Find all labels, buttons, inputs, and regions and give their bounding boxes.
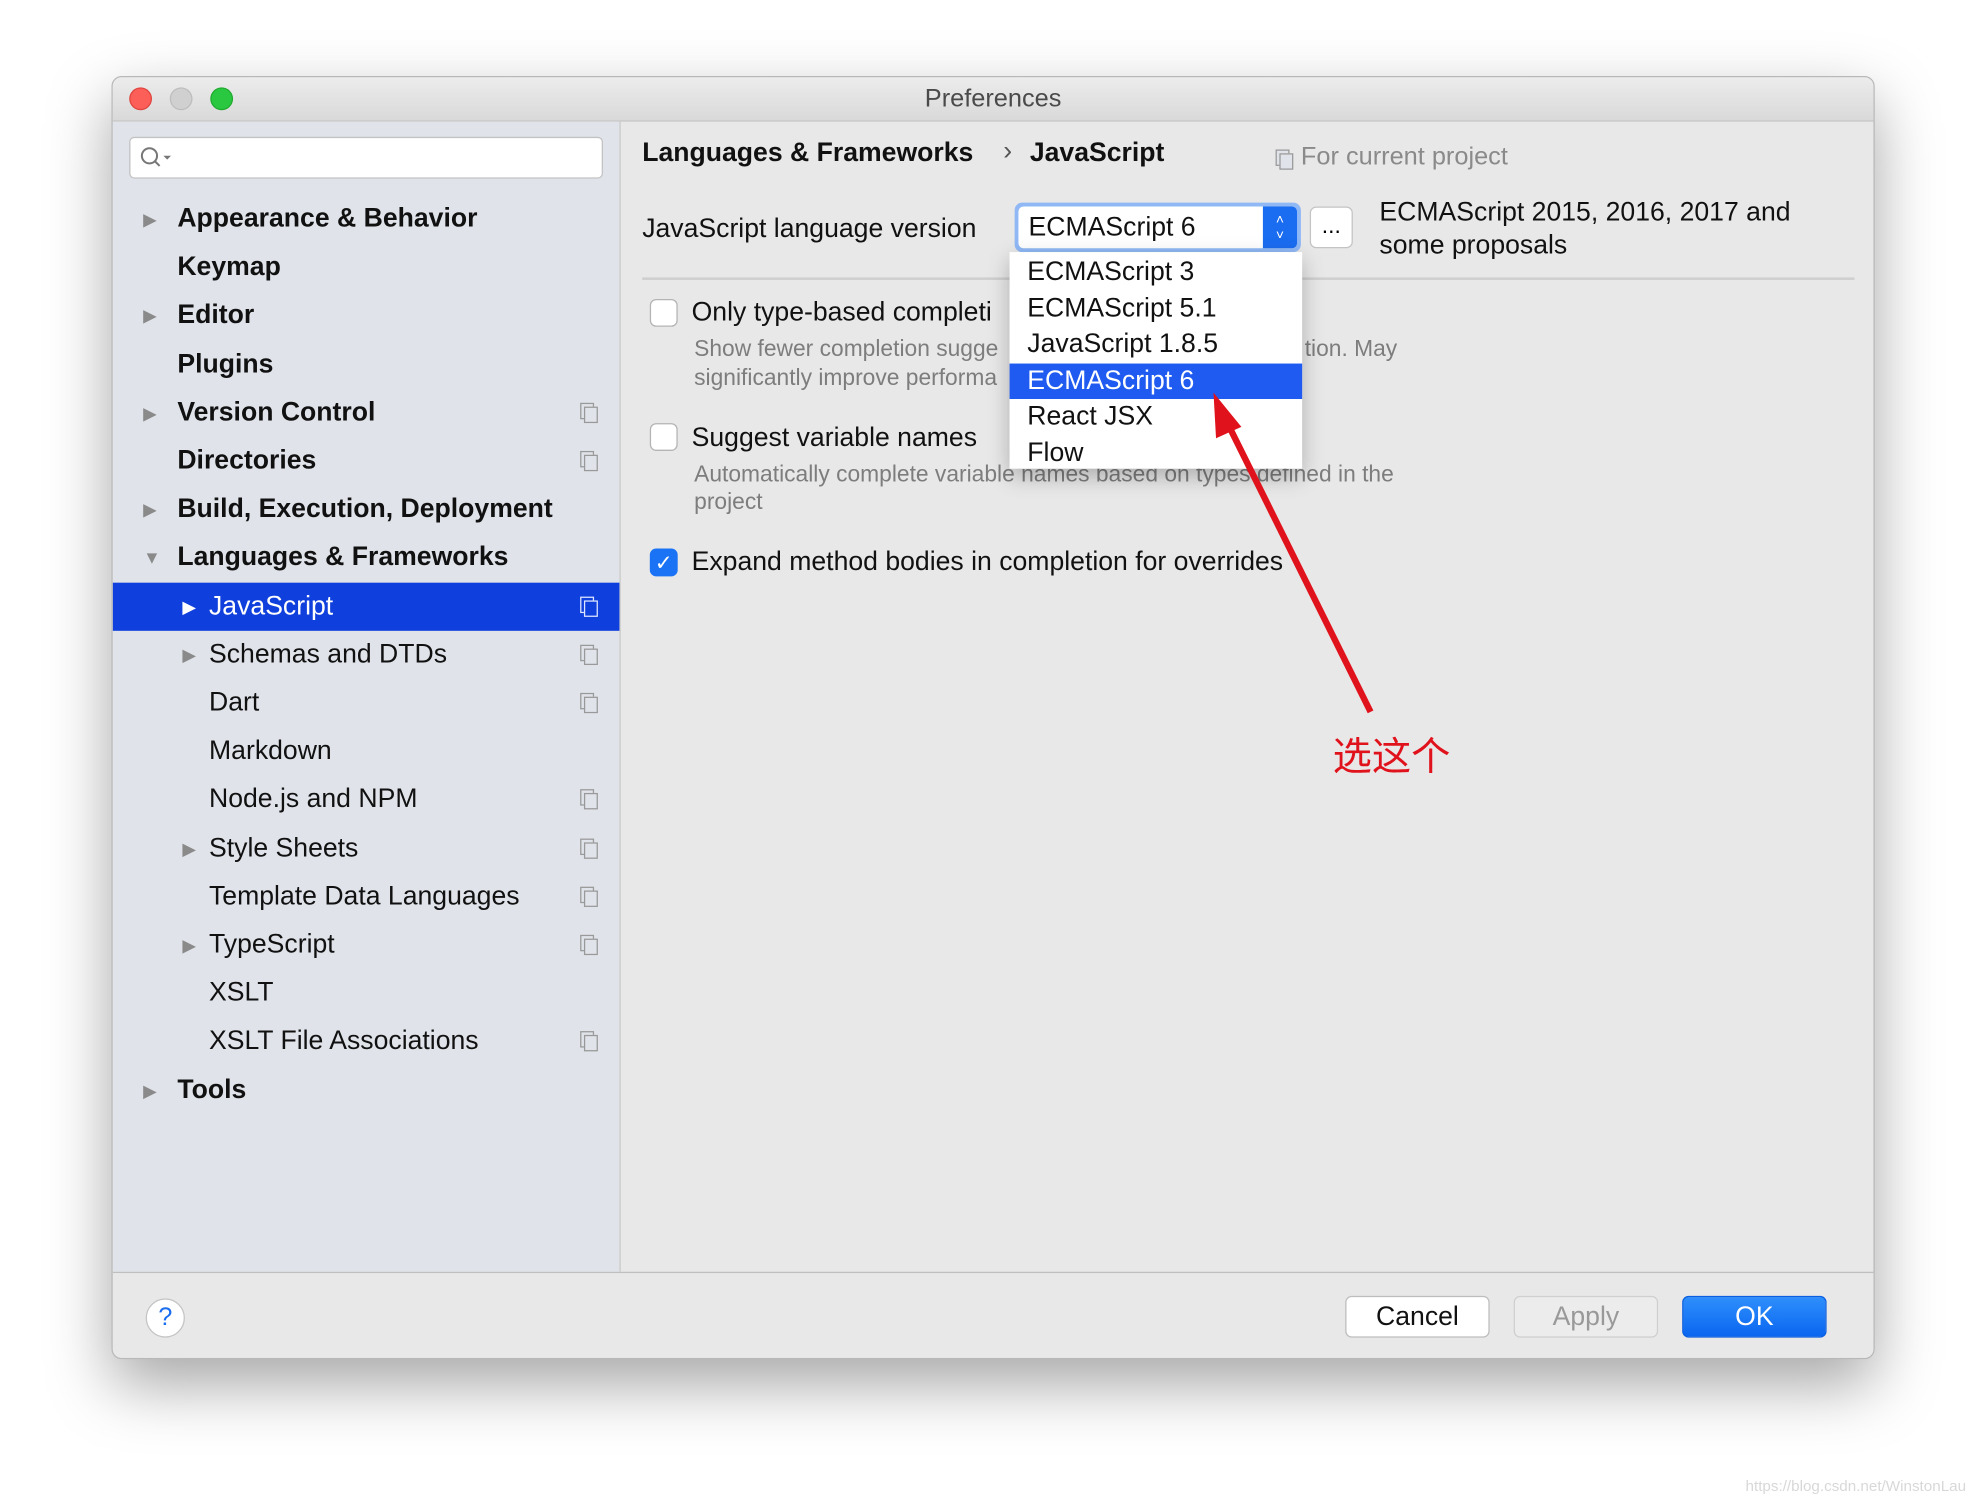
annotation-text: 选这个 [1332,734,1451,781]
arrow-head-icon [1213,392,1242,439]
annotation-arrow [1213,392,1374,714]
